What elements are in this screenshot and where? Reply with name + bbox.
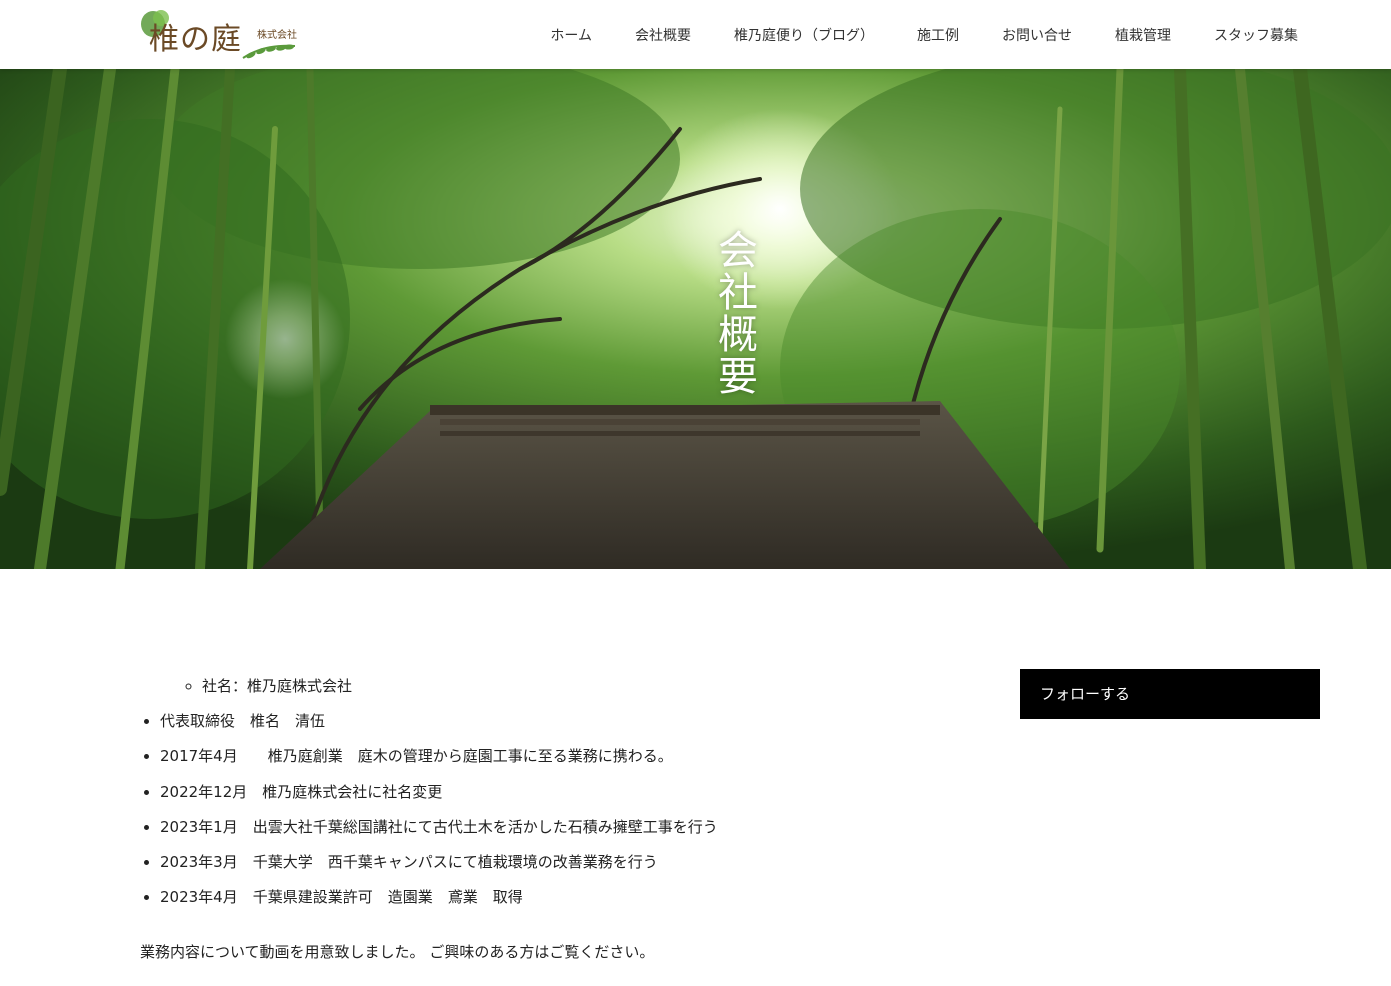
list-item: 2022年12月 椎乃庭株式会社に社名変更 bbox=[160, 776, 960, 811]
nav-recruit[interactable]: スタッフ募集 bbox=[1214, 25, 1298, 45]
list-item: 社名：椎乃庭株式会社 bbox=[202, 670, 960, 705]
nav-planting[interactable]: 植栽管理 bbox=[1115, 25, 1171, 45]
hero-banner: 会社概要 bbox=[0, 69, 1391, 569]
site-header: 椎の庭 株式会社 ホーム 会社概要 椎乃庭便り（ブログ） 施工例 お問い合せ 植… bbox=[0, 0, 1391, 69]
nav-contact[interactable]: お問い合せ bbox=[1002, 25, 1072, 45]
follow-button[interactable]: フォローする bbox=[1020, 669, 1320, 719]
nav-company[interactable]: 会社概要 bbox=[635, 25, 691, 45]
bamboo-forest-image bbox=[0, 69, 1391, 569]
list-item: 2017年4月 椎乃庭創業 庭木の管理から庭園工事に至る業務に携わる。 bbox=[160, 740, 960, 775]
main-nav: ホーム 会社概要 椎乃庭便り（ブログ） 施工例 お問い合せ 植栽管理 スタッフ募… bbox=[507, 0, 1298, 69]
nav-blog[interactable]: 椎乃庭便り（ブログ） bbox=[734, 25, 874, 45]
list-item: 代表取締役 椎名 清伍 bbox=[160, 705, 960, 740]
logo-text: 椎の庭 bbox=[149, 22, 242, 57]
company-info: 社名：椎乃庭株式会社 代表取締役 椎名 清伍 2017年4月 椎乃庭創業 庭木の… bbox=[140, 670, 960, 980]
nav-home[interactable]: ホーム bbox=[550, 25, 592, 45]
list-item: 2023年1月 出雲大社千葉総国講社にて古代土木を活かした石積み擁壁工事を行う bbox=[160, 811, 960, 846]
company-history-list: 代表取締役 椎名 清伍 2017年4月 椎乃庭創業 庭木の管理から庭園工事に至る… bbox=[140, 705, 960, 917]
company-name-list: 社名：椎乃庭株式会社 bbox=[140, 670, 960, 705]
video-note: 業務内容について動画を用意致しました。 ご興味のある方はご覧ください。 bbox=[140, 942, 655, 961]
page-title: 会社概要 bbox=[711, 229, 757, 397]
list-item: 2023年4月 千葉県建設業許可 造園業 鳶業 取得 bbox=[160, 881, 960, 916]
nav-works[interactable]: 施工例 bbox=[917, 25, 959, 45]
site-logo[interactable]: 椎の庭 株式会社 bbox=[139, 8, 301, 62]
list-item: 2023年3月 千葉大学 西千葉キャンパスにて植栽環境の改善業務を行う bbox=[160, 846, 960, 881]
logo-subtext: 株式会社 bbox=[257, 30, 297, 41]
